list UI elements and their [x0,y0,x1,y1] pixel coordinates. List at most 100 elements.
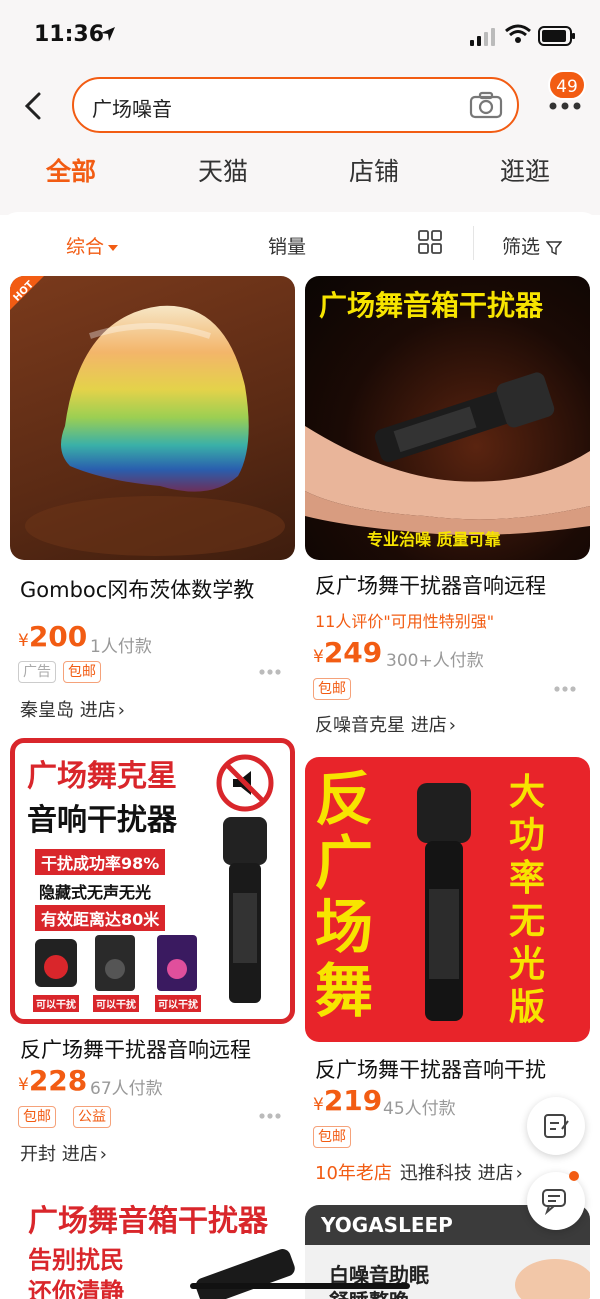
more-menu-icon[interactable] [548,100,582,112]
more-dots-icon[interactable] [258,1112,282,1120]
product-title[interactable]: Gomboc冈布茨体数学教 [20,574,296,604]
unread-dot [569,1171,579,1181]
charity-tag: 公益 [73,1106,111,1128]
shop-age-badge: 10年老店 [315,1163,392,1184]
search-bar[interactable]: 广场噪音 [72,77,519,133]
image-char: 大 [509,772,546,813]
product-image[interactable]: HOT [10,276,295,560]
price-value: 200 [28,620,88,653]
enter-shop-label: 进店 [79,700,116,721]
cellular-signal-icon [470,28,495,46]
tab-tmall[interactable]: 天猫 [198,152,248,188]
image-title-text: 广场舞音箱干扰器 [28,1204,268,1239]
paid-count: 67人付款 [90,1079,163,1099]
shop-link[interactable]: 秦皇岛 进店 › [20,696,125,722]
filter-label: 筛选 [502,236,541,258]
tab-shops[interactable]: 店铺 [349,152,399,188]
shop-link[interactable]: 反噪音克星 进店 › [315,711,456,737]
status-time: 11:36 [34,22,105,47]
enter-shop-label: 进店 [410,715,447,736]
free-shipping-tag: 包邮 [313,678,351,700]
review-highlight: 11人评价"可用性特别强" [315,612,495,631]
product-price: ¥249 [313,636,382,669]
edit-note-icon [544,1114,569,1138]
currency-symbol: ¥ [313,1095,324,1115]
product-title[interactable]: 反广场舞干扰器音响干扰 [315,1054,591,1084]
enter-shop-label: 进店 [477,1163,514,1184]
shop-name: 迅推科技 [399,1163,472,1184]
paid-count: 1人付款 [90,637,152,657]
currency-symbol: ¥ [313,647,324,667]
tab-browse[interactable]: 逛逛 [500,152,550,188]
product-title[interactable]: 反广场舞干扰器音响远程 [315,570,591,600]
chevron-left-icon [24,92,41,120]
free-shipping-tag: 包邮 [18,1106,56,1128]
more-dots-icon[interactable] [553,685,577,693]
image-line: 还你清静 [28,1278,124,1299]
product-title[interactable]: 反广场舞干扰器音响远程 [20,1034,296,1064]
image-line: 告别扰民 [28,1246,124,1274]
home-indicator [190,1283,410,1289]
image-line: 隐藏式无声无光 [39,883,152,902]
image-small-label: 可以干扰 [93,995,139,1012]
shop-location: 秦皇岛 [20,700,74,721]
image-char: 场 [315,893,374,961]
chat-bubble-icon [542,1189,566,1215]
camera-icon[interactable] [469,91,503,119]
sort-comprehensive-button[interactable]: 综合 [66,232,119,259]
back-button[interactable] [18,88,48,124]
filter-divider [473,226,474,260]
paid-count: 300+人付款 [386,651,484,671]
sort-sales-button[interactable]: 销量 [268,232,306,259]
category-tabs: 全部 天猫 店铺 逛逛 [0,148,600,194]
image-left-column: 反 广 场 舞 [315,767,399,1023]
price-value: 249 [323,636,383,669]
image-title-text: 广场舞音箱干扰器 [319,289,544,322]
image-char: 版 [509,987,546,1028]
product-image[interactable]: 广场舞音箱干扰器 专业治噪 质量可靠 [305,276,590,560]
free-shipping-tag: 包邮 [313,1126,351,1148]
image-char: 率 [509,858,546,899]
paid-count: 45人付款 [383,1099,456,1119]
product-image[interactable]: 反 广 场 舞 大 功 率 无 光 版 [305,757,590,1042]
image-right-column: 大 功 率 无 光 版 [509,771,559,1029]
image-line: 有效距离达80米 [35,905,166,931]
speaker-thumbnails [35,935,197,991]
image-caption-text: 专业治噪 质量可靠 [367,530,501,549]
image-char: 无 [509,901,546,942]
feedback-button[interactable] [527,1097,585,1155]
currency-symbol: ¥ [18,631,29,651]
product-price: ¥228 [18,1064,87,1097]
search-input[interactable]: 广场噪音 [92,93,172,122]
caret-down-icon [108,244,119,251]
image-char: 广 [315,829,374,897]
image-char: 舞 [315,957,374,1025]
currency-symbol: ¥ [18,1075,29,1095]
flashlight-photo [223,817,267,1003]
free-shipping-tag: 包邮 [63,661,101,683]
image-char: 功 [509,815,546,856]
shop-link[interactable]: 开封 进店 › [20,1140,107,1166]
image-brand-text: YOGASLEEP [321,1213,453,1237]
filter-button[interactable]: 筛选 [502,232,563,259]
price-value: 219 [323,1084,383,1117]
flashlight-photo [417,783,471,1021]
grid-view-icon[interactable] [418,230,442,254]
more-dots-icon[interactable] [258,668,282,676]
image-small-label: 可以干扰 [33,995,79,1012]
no-speaker-icon [216,754,274,812]
chevron-right-icon: › [515,1163,523,1184]
ad-tag: 广告 [18,661,56,683]
tab-all[interactable]: 全部 [46,152,96,188]
product-image[interactable]: 广场舞克星 音响干扰器 干扰成功率98% 隐藏式无声无光 有效距离达80米 可以… [10,738,295,1024]
message-button[interactable] [527,1172,585,1230]
image-char: 光 [509,944,546,985]
battery-icon [538,26,575,46]
image-char: 反 [315,765,374,833]
chevron-right-icon: › [117,700,125,721]
product-price: ¥200 [18,620,87,653]
location-arrow-icon [101,27,115,41]
price-value: 228 [28,1064,88,1097]
shop-link[interactable]: 10年老店 迅推科技 进店 › [315,1159,523,1185]
flashlight-photo [195,1249,295,1299]
